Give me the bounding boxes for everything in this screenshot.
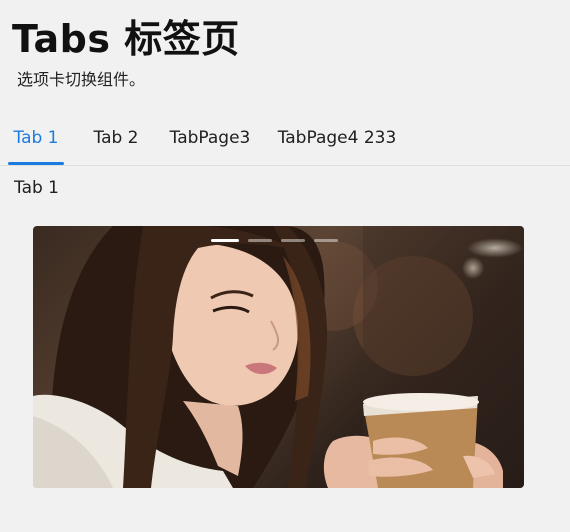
tab-2[interactable]: Tab 2 bbox=[88, 110, 144, 166]
carousel-dot-3[interactable] bbox=[281, 239, 305, 242]
tab-page-4[interactable]: TabPage4 233 bbox=[270, 110, 404, 166]
tab-panel-label: Tab 1 bbox=[14, 178, 59, 198]
carousel-slide-photo bbox=[33, 226, 524, 488]
active-tab-indicator bbox=[8, 162, 64, 165]
carousel-dot-2[interactable] bbox=[248, 239, 272, 242]
carousel-indicators bbox=[211, 239, 338, 243]
carousel-dot-4[interactable] bbox=[314, 239, 338, 242]
page-subtitle: 选项卡切换组件。 bbox=[17, 70, 146, 89]
tabs-demo-page: Tabs 标签页 选项卡切换组件。 Tab 1 Tab 2 TabPage3 T… bbox=[0, 0, 570, 532]
tab-1[interactable]: Tab 1 bbox=[8, 110, 64, 166]
image-carousel[interactable] bbox=[33, 226, 524, 488]
tab-page-3[interactable]: TabPage3 bbox=[163, 110, 257, 166]
page-title: Tabs 标签页 bbox=[12, 17, 240, 61]
tab-bar: Tab 1 Tab 2 TabPage3 TabPage4 233 bbox=[0, 110, 570, 166]
carousel-dot-1[interactable] bbox=[211, 239, 239, 242]
